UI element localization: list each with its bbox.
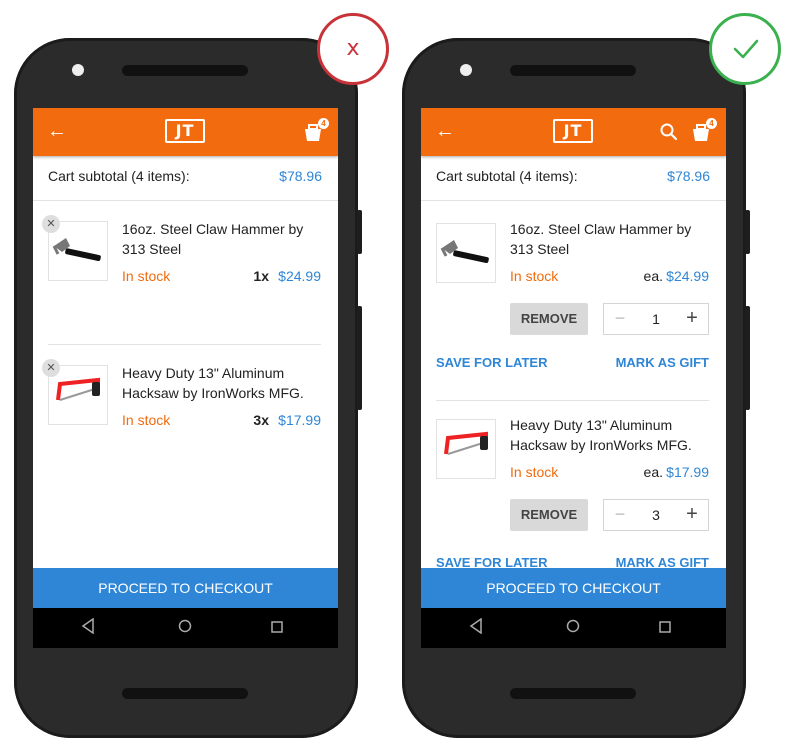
proceed-to-checkout-button[interactable]: PROCEED TO CHECKOUT (33, 568, 338, 608)
item-price: $24.99 (666, 268, 709, 284)
each-label: ea. (643, 268, 663, 284)
brand-logo[interactable]: JT (553, 119, 593, 143)
stock-status: In stock (510, 268, 559, 284)
cart-icon[interactable]: 4 (691, 118, 717, 142)
stock-status: In stock (122, 268, 171, 284)
cart-count-badge: 4 (706, 118, 717, 129)
item-price: $17.99 (278, 412, 321, 428)
screen: ← JT 4 Cart subtotal (4 items): $78.96 (421, 108, 726, 648)
nav-recent-apps-icon[interactable] (659, 621, 671, 633)
power-button (745, 306, 750, 410)
remove-button[interactable]: REMOVE (510, 303, 588, 335)
hacksaw-image (436, 419, 496, 479)
decrease-quantity-button[interactable]: − (604, 304, 636, 334)
quantity-stepper: − 1 + (603, 303, 709, 335)
item-quantity: 1x (253, 268, 269, 284)
stock-status: In stock (122, 412, 171, 428)
cart-subtotal: Cart subtotal (4 items): $78.96 (421, 156, 726, 201)
subtotal-value: $78.96 (667, 168, 710, 184)
phone-correct: ← JT 4 Cart subtotal (4 items): $78.96 1… (402, 38, 750, 738)
earpiece-speaker (510, 65, 636, 76)
nav-back-icon[interactable] (469, 618, 483, 634)
phone-incorrect: ← JT 4 Cart subtotal (4 items): $78.96 ✕… (14, 38, 362, 738)
item-price: $24.99 (278, 268, 321, 284)
item-divider (48, 344, 321, 345)
screen: ← JT 4 Cart subtotal (4 items): $78.96 (33, 108, 338, 648)
cart-item: ✕ 16oz. Steel Claw Hammer by 313 Steel I… (42, 215, 322, 301)
item-name[interactable]: 16oz. Steel Claw Hammer by 313 Steel (122, 219, 322, 259)
decrease-quantity-button[interactable]: − (604, 500, 636, 530)
logo-text: JT (175, 121, 195, 140)
front-camera (72, 64, 84, 76)
remove-button[interactable]: REMOVE (510, 499, 588, 531)
subtotal-label: Cart subtotal (4 items): (48, 168, 190, 184)
bottom-speaker (510, 688, 636, 699)
correct-badge (709, 13, 781, 85)
checkmark-icon (733, 39, 759, 59)
cart-icon[interactable]: 4 (303, 118, 329, 142)
search-icon[interactable] (659, 122, 679, 142)
front-camera (460, 64, 472, 76)
subtotal-label: Cart subtotal (4 items): (436, 168, 578, 184)
subtotal-value: $78.96 (279, 168, 322, 184)
volume-button (745, 210, 750, 254)
mark-as-gift-link[interactable]: MARK AS GIFT (616, 355, 709, 370)
quantity-value[interactable]: 3 (636, 500, 676, 530)
app-bar: ← JT 4 (421, 108, 726, 156)
quantity-value[interactable]: 1 (636, 304, 676, 334)
nav-home-icon[interactable] (566, 619, 580, 633)
nav-recent-apps-icon[interactable] (271, 621, 283, 633)
increase-quantity-button[interactable]: + (676, 500, 708, 530)
item-name[interactable]: Heavy Duty 13" Aluminum Hacksaw by IronW… (122, 363, 322, 403)
save-for-later-link[interactable]: SAVE FOR LATER (436, 355, 547, 370)
volume-button (357, 210, 362, 254)
logo-text: JT (563, 121, 583, 140)
remove-item-icon[interactable]: ✕ (42, 215, 60, 233)
quantity-stepper: − 3 + (603, 499, 709, 531)
each-label: ea. (643, 464, 663, 480)
proceed-to-checkout-button[interactable]: PROCEED TO CHECKOUT (421, 568, 726, 608)
back-arrow-icon[interactable]: ← (435, 118, 455, 144)
back-arrow-icon[interactable]: ← (47, 118, 67, 144)
cart-subtotal: Cart subtotal (4 items): $78.96 (33, 156, 338, 201)
incorrect-badge: x (317, 13, 389, 85)
increase-quantity-button[interactable]: + (676, 304, 708, 334)
remove-item-icon[interactable]: ✕ (42, 359, 60, 377)
power-button (357, 306, 362, 410)
nav-home-icon[interactable] (178, 619, 192, 633)
cart-item: ✕ Heavy Duty 13" Aluminum Hacksaw by Iro… (42, 359, 322, 445)
item-name[interactable]: Heavy Duty 13" Aluminum Hacksaw by IronW… (510, 415, 710, 455)
system-nav-bar (33, 608, 338, 648)
item-quantity: 3x (253, 412, 269, 428)
app-bar: ← JT 4 (33, 108, 338, 156)
cart-item: 16oz. Steel Claw Hammer by 313 Steel In … (436, 221, 709, 403)
bottom-speaker (122, 688, 248, 699)
item-divider (436, 400, 709, 401)
item-price: $17.99 (666, 464, 709, 480)
brand-logo[interactable]: JT (165, 119, 205, 143)
earpiece-speaker (122, 65, 248, 76)
nav-back-icon[interactable] (81, 618, 95, 634)
item-name[interactable]: 16oz. Steel Claw Hammer by 313 Steel (510, 219, 710, 259)
system-nav-bar (421, 608, 726, 648)
x-mark-icon: x (346, 36, 360, 61)
stock-status: In stock (510, 464, 559, 480)
hammer-image (436, 223, 496, 283)
cart-count-badge: 4 (318, 118, 329, 129)
